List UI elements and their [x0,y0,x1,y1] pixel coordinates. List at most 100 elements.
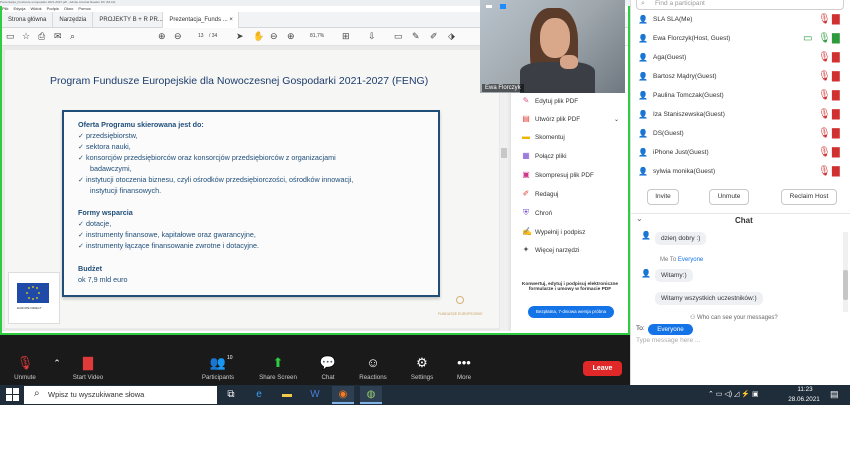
participant-row[interactable]: 👤 sylwia monika(Guest) 🎙 ▇ [638,163,848,181]
zoom-level[interactable]: 81,7% [310,33,324,39]
participant-row[interactable]: 👤 Bartosz Mądry(Guest) 🎙 ▇ [638,68,848,86]
windows-start-icon[interactable] [6,388,20,402]
more-button[interactable]: ••• More [439,355,489,381]
invite-button[interactable]: Invite [647,189,679,205]
restore-video-icon[interactable] [500,4,506,9]
notification-icon[interactable]: ▤ [830,389,839,400]
edge-browser-icon[interactable]: e [248,386,270,404]
tool-edit-pdf[interactable]: ✎ Edytuj plik PDF [522,95,578,107]
zoom-out-icon[interactable]: ⊖ [270,31,278,41]
chat-title: Chat [735,216,753,225]
participant-row[interactable]: 👤 DS(Guest) 🎙 ▇ [638,125,848,143]
word-icon[interactable]: W [304,386,326,404]
task-view-icon[interactable]: ⧉ [220,386,242,404]
firefox-icon[interactable]: ◉ [332,386,354,404]
leave-button[interactable]: Leave [583,361,622,376]
offer-item: ✓ przedsiębiorstw, [78,131,138,140]
select-cursor-icon[interactable]: ➤ [236,31,244,41]
chat-scroll-thumb[interactable] [843,270,848,300]
reactions-button[interactable]: ☺ Reactions [348,355,398,381]
person-icon: 👤 [641,231,651,240]
tool-combine-files[interactable]: ▦ Połącz pliki [522,150,566,162]
mic-muted-icon: 🎙 [818,147,831,158]
tool-comment[interactable]: ▬ Skomentuj [522,131,565,143]
tool-redact[interactable]: ✐ Redaguj [522,188,559,200]
video-off-icon: ▇ [832,166,840,177]
comment-tool-icon[interactable]: ▭ [394,31,403,41]
eu-flag-icon [17,283,49,303]
tab-presentation-document[interactable]: Prezentacja_Funds ... × [163,12,240,28]
person-icon: 👤 [638,129,648,138]
recipient-selector[interactable]: Everyone [648,324,693,335]
sign-tool-icon[interactable]: ⬗ [448,31,455,41]
offer-item: ✓ instytucji otoczenia biznesu, czyli oś… [78,175,354,184]
page-number-field[interactable]: 13 [198,33,204,39]
video-person-hand [560,55,578,69]
system-tray-icons[interactable]: ⌃ ▭ ◁) ◿ ⚡ ▣ [708,390,759,398]
tool-compress-pdf[interactable]: ▣ Skompresuj plik PDF [522,169,594,181]
tool-label: Chroń [535,209,553,217]
participant-name: Paulina Tomczak(Guest) [653,92,724,99]
participant-row[interactable]: 👤 Aga(Guest) 🎙 ▇ [638,49,848,67]
zoom-in-icon[interactable]: ⊕ [287,31,295,41]
redact-icon: ✐ [522,189,530,198]
video-off-icon: ▇ [832,109,840,120]
fill-sign-icon: ✍ [522,227,532,236]
mic-on-icon: 🎙 [818,33,831,44]
participant-row[interactable]: 👤 Iza Staniszewska(Guest) 🎙 ▇ [638,106,848,124]
tool-label: Wypełnij i podpisz [535,228,586,236]
zoom-app-icon[interactable]: ◍ [360,386,382,404]
pen-tool-icon[interactable]: ✎ [412,31,420,41]
who-can-see-text: Who can see your messages? [697,315,778,321]
mic-muted-icon: 🎙 [818,52,831,63]
start-video-button[interactable]: ▇ Start Video [63,355,113,381]
participants-button[interactable]: 👥 Participants [193,355,243,381]
who-can-see-link[interactable]: ⚇ Who can see your messages? [690,314,778,321]
chevron-down-icon[interactable]: ⌄ [614,116,619,123]
hand-tool-icon[interactable]: ✋ [253,31,264,41]
tab-presentation-label: Prezentacja_Funds ... [169,17,228,23]
reclaim-host-button[interactable]: Reclaim Host [781,189,837,205]
chat-message: dzieη dobry :) [655,232,707,245]
tool-fill-sign[interactable]: ✍ Wypełnij i podpisz [522,226,585,238]
chat-message-input[interactable]: Type message here ... [636,337,844,344]
free-trial-button[interactable]: Bezpłatna, 7-dniowa wersja próbna [528,306,614,318]
close-tab-icon[interactable]: × [229,17,233,23]
participant-row[interactable]: 👤 Paulina Tomczak(Guest) 🎙 ▇ [638,87,848,105]
video-window-controls[interactable] [484,3,514,11]
tool-create-pdf[interactable]: ▤ Utwórz plik PDF ⌄ [522,113,619,125]
minimize-video-icon[interactable] [486,5,492,8]
video-participant-name: Ewa Florczyk [482,84,524,92]
print-icon[interactable]: ⎙ [38,31,45,41]
search-icon[interactable]: ⌕ [70,31,75,41]
file-explorer-icon[interactable]: ▬ [276,386,298,404]
email-icon[interactable]: ✉ [54,31,62,41]
unmute-all-button[interactable]: Unmute [709,189,749,205]
tool-protect[interactable]: ⛨ Chroń [522,207,552,219]
participant-row[interactable]: 👤 iPhone Just(Guest) 🎙 ▇ [638,144,848,162]
participant-search-input[interactable]: Find a participant [636,0,844,10]
fit-page-icon[interactable]: ⊞ [342,31,350,41]
tab-tools[interactable]: Narzędzia [53,12,94,28]
participant-row[interactable]: 👤 Ewa Florczyk(Host, Guest) ▭ 🎙 ▇ [638,30,848,48]
scroll-mode-icon[interactable]: ⇩ [368,31,376,41]
participant-row[interactable]: 👤 SLA SLA(Me) 🎙 ▇ [638,11,848,29]
recipient-everyone: Everyone [677,257,704,263]
funds-logo-text: FUNDUSZE EUROPEJSKIE [438,312,483,316]
tab-home[interactable]: Strona główna [2,12,54,28]
tool-more-tools[interactable]: ✦ Więcej narzędzi [522,244,580,256]
offer-item: ✓ konsorcjów przedsiębiorców oraz konsor… [78,153,336,162]
clock-date[interactable]: 28.06.2021 [786,396,822,403]
page-up-icon[interactable]: ⊕ [158,31,166,41]
bookmark-star-icon[interactable]: ☆ [22,31,30,41]
person-icon: 👤 [638,91,648,100]
document-scroll-thumb[interactable] [501,148,507,158]
clock-time[interactable]: 11:23 [790,386,820,393]
chat-button[interactable]: 💬 Chat [303,355,353,381]
save-icon[interactable]: ▭ [6,31,15,41]
tab-projects-document[interactable]: PROJEKTY B + R PR... [93,12,164,28]
share-screen-button[interactable]: ⬆ Share Screen [253,355,303,381]
chevron-down-icon[interactable]: ⌄ [636,214,643,223]
page-down-icon[interactable]: ⊖ [174,31,182,41]
highlight-tool-icon[interactable]: ✐ [430,31,438,41]
